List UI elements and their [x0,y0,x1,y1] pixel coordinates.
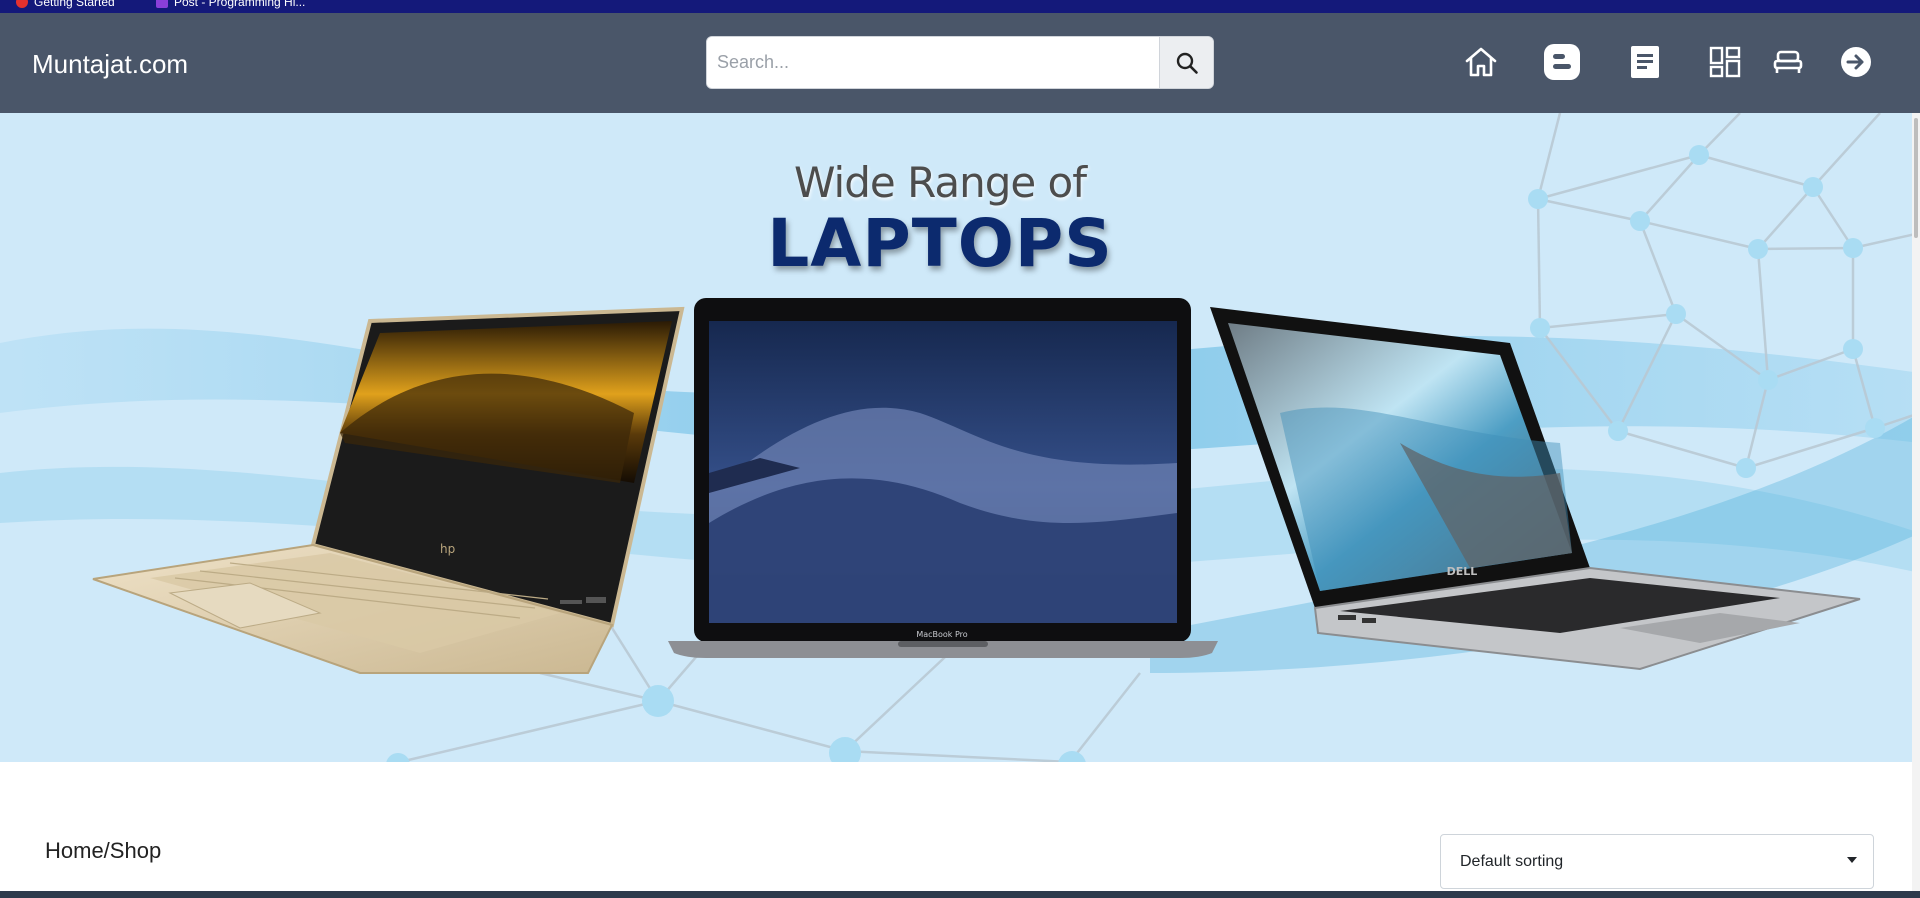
logout-button[interactable] [1835,41,1877,83]
hero-banner: hp MacBook Pro DELL Wide Range of LAPTOP… [0,113,1920,762]
blogger-icon [1544,44,1580,80]
search-bar [706,36,1214,89]
macbook-label: MacBook Pro [916,630,967,639]
documents-button[interactable] [1624,41,1666,83]
chevron-down-icon [1847,857,1857,863]
bookmark-post[interactable]: Post - Programming Hi... [156,0,305,9]
dashboard-button[interactable] [1704,41,1746,83]
sort-select[interactable]: Default sorting [1440,834,1874,889]
footer-edge [0,891,1920,898]
home-button[interactable] [1460,41,1502,83]
sort-selected-value: Default sorting [1460,852,1564,870]
search-icon [1176,52,1198,74]
site-brand[interactable]: Muntajat.com [32,49,188,80]
bookmark-icon [16,0,28,8]
blog-button[interactable] [1541,41,1583,83]
document-icon [1631,46,1659,78]
search-button[interactable] [1159,37,1213,88]
macbook-laptop-image: MacBook Pro [668,298,1218,658]
bookmark-label: Getting Started [34,0,115,9]
bookmark-icon [156,0,168,8]
home-icon [1465,47,1497,77]
rooms-button[interactable] [1767,41,1809,83]
svg-text:DELL: DELL [1447,565,1478,578]
bookmark-getting-started[interactable]: Getting Started [16,0,115,9]
svg-text:hp: hp [440,542,455,556]
hero-subtitle: Wide Range of [793,158,1087,207]
bookmark-label: Post - Programming Hi... [174,0,306,9]
top-navbar: Muntajat.com [0,13,1920,113]
search-input[interactable] [707,37,1159,88]
hero-title: LAPTOPS [767,205,1113,282]
scrollbar-thumb[interactable] [1914,118,1918,238]
logout-icon [1841,47,1871,77]
breadcrumb[interactable]: Home/Shop [45,838,161,864]
dashboard-icon [1709,46,1741,78]
bookmarks-bar: Getting Started Post - Programming Hi... [0,0,1920,13]
bed-icon [1773,50,1803,73]
